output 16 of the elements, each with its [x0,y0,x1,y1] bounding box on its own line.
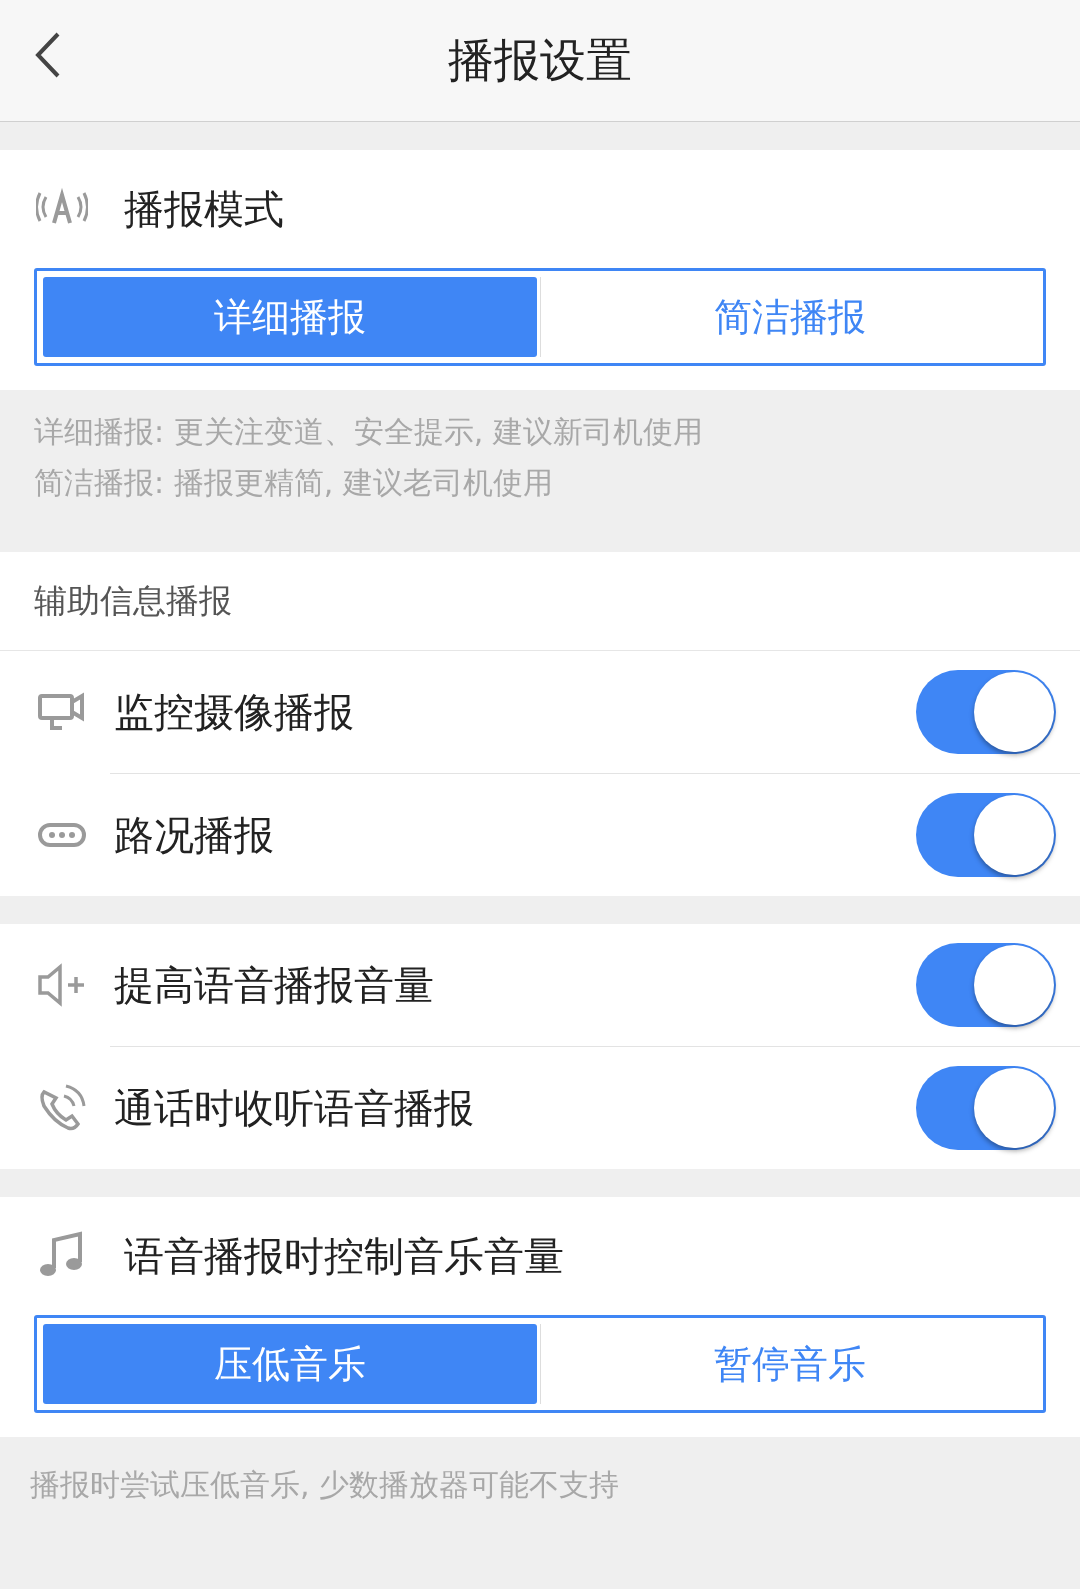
section-title: 播报模式 [124,185,284,234]
setting-label: 路况播报 [114,811,275,860]
section-title: 语音播报时控制音乐音量 [124,1232,564,1281]
note-text: 详细播报: 更关注变道、安全提示, 建议新司机使用 [34,413,704,451]
toggle-switch[interactable] [916,670,1056,754]
toggle-switch[interactable] [916,943,1056,1027]
page-title: 播报设置 [448,32,632,89]
setting-label: 监控摄像播报 [114,688,355,737]
setting-label: 通话时收听语音播报 [114,1084,475,1133]
note-text: 简洁播报: 播报更精简, 建议老司机使用 [34,464,554,502]
toggle-switch[interactable] [916,1066,1056,1150]
setting-label: 提高语音播报音量 [114,961,435,1010]
segment-tab[interactable]: 压低音乐 [43,1324,537,1404]
segment-tab[interactable]: 详细播报 [43,277,537,357]
toggle-switch[interactable] [916,793,1056,877]
note-text: 播报时尝试压低音乐, 少数播放器可能不支持 [30,1466,621,1504]
